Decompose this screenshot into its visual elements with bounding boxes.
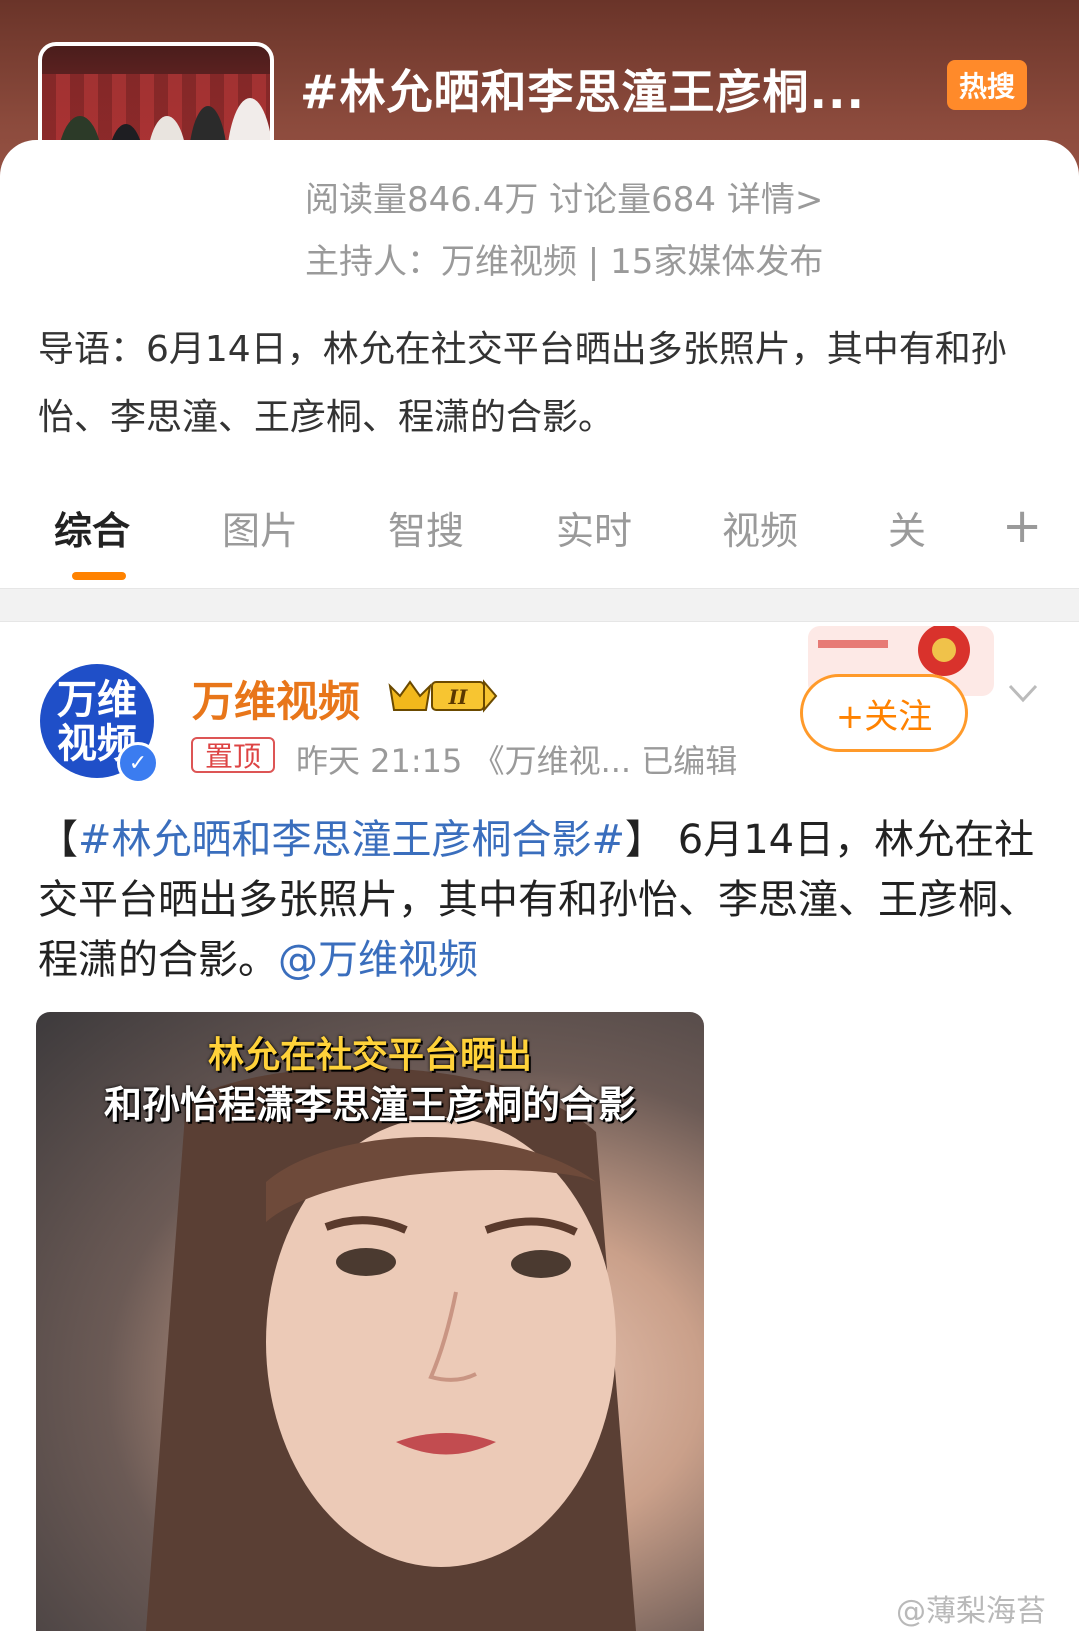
tab-follow[interactable]: 关 [888,500,926,555]
topic-title: #林允晒和李思潼王彦桐... [300,65,865,119]
tab-comprehensive[interactable]: 综合 [54,500,130,555]
bracket-open: 【 [38,817,78,863]
post-meta: 昨天 21:15 《万维视... 已编辑 [296,742,738,780]
vip-level: II [448,685,468,709]
watermark: @薄梨海苔 [896,1594,1046,1629]
image-caption-line-1: 林允在社交平台晒出 [207,1035,532,1076]
add-tab-icon[interactable]: + [1002,498,1042,554]
post-image[interactable]: 林允在社交平台晒出 和孙怡程潇李思潼王彦桐的合影 [36,1012,704,1631]
section-divider [0,588,1079,622]
poster-name[interactable]: 万维视频 [192,668,360,729]
tab-realtime[interactable]: 实时 [556,500,632,555]
hot-search-badge: 热搜 [947,60,1027,110]
post-hashtag[interactable]: #林允晒和李思潼王彦桐合影# [78,817,625,863]
topic-host[interactable]: 主持人：万维视频 | 15家媒体发布 [305,234,823,283]
active-tab-indicator [72,572,126,580]
topic-stats[interactable]: 阅读量846.4万 讨论量684 详情> [305,172,823,221]
tab-images[interactable]: 图片 [222,500,298,555]
vip-crown-icon: II [388,679,498,713]
topic-lead: 导语：6月14日，林允在社交平台晒出多张照片，其中有和孙怡、李思潼、王彦桐、程潇… [38,329,1007,438]
post-text: 【#林允晒和李思潼王彦桐合影#】 6月14日，林允在社交平台晒出多张照片，其中有… [38,810,1048,990]
post-mention[interactable]: @万维视频 [278,937,478,983]
follow-button[interactable]: +关注 [800,674,968,752]
tab-video[interactable]: 视频 [722,500,798,555]
image-caption-line-2: 和孙怡程潇李思潼王彦桐的合影 [103,1083,636,1127]
pinned-tag: 置顶 [191,737,275,773]
verified-icon: ✓ [117,742,159,784]
tab-bar: 综合 图片 智搜 实时 视频 关 [0,500,1079,580]
tab-smart-search[interactable]: 智搜 [388,500,464,555]
chevron-down-icon[interactable] [1006,676,1040,710]
